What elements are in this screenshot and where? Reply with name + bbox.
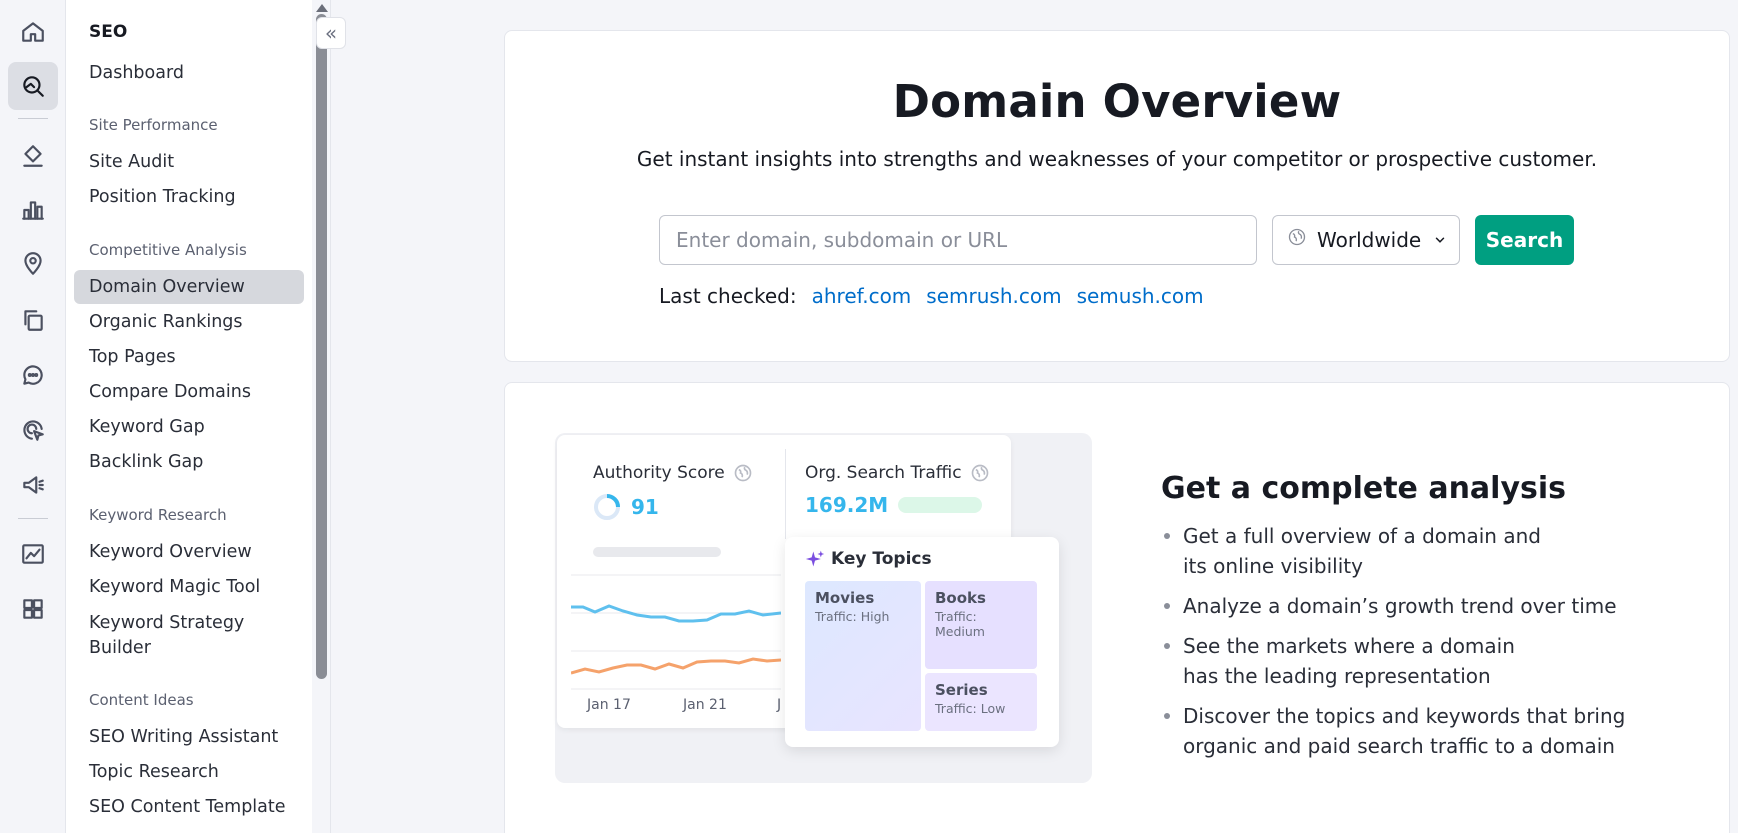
x-axis-label: Jan 21 xyxy=(683,697,727,713)
sparkle-icon xyxy=(805,550,825,567)
topic-name: Movies xyxy=(815,589,875,607)
analysis-bullet-list: Get a full overview of a domain and its … xyxy=(1161,521,1701,771)
home-icon[interactable] xyxy=(8,8,58,56)
scrollbar-thumb[interactable] xyxy=(316,14,327,679)
traffic-bar xyxy=(898,497,983,513)
globe-icon xyxy=(1288,228,1306,246)
authority-score-number: 91 xyxy=(631,495,659,519)
authority-score-label: Authority Score xyxy=(593,463,753,483)
nav-item-top-pages[interactable]: Top Pages xyxy=(74,340,304,374)
list-item: Get a full overview of a domain and its … xyxy=(1161,521,1541,581)
nav-section-site-performance: Site Performance xyxy=(89,116,218,134)
last-checked-row: Last checked: ahref.com semrush.com semu… xyxy=(659,284,1204,308)
panel-divider xyxy=(785,449,786,539)
score-ring-icon xyxy=(594,494,620,520)
key-topics-text: Key Topics xyxy=(831,549,932,569)
list-item: See the markets where a domain has the l… xyxy=(1161,631,1541,691)
apps-grid-icon[interactable] xyxy=(8,585,58,633)
last-checked-label: Last checked: xyxy=(659,284,797,308)
nav-item-seo-writing-assistant[interactable]: SEO Writing Assistant xyxy=(74,720,304,754)
chat-bubble-icon[interactable] xyxy=(8,351,58,399)
nav-item-keyword-magic-tool[interactable]: Keyword Magic Tool xyxy=(74,570,304,604)
list-item: Discover the topics and keywords that br… xyxy=(1161,701,1681,761)
domain-search-input[interactable] xyxy=(659,215,1257,265)
org-search-traffic-value: 169.2M xyxy=(805,493,983,517)
copy-pages-icon[interactable] xyxy=(8,296,58,344)
nav-item-site-audit[interactable]: Site Audit xyxy=(74,145,304,179)
nav-item-position-tracking[interactable]: Position Tracking xyxy=(74,180,304,214)
region-value: Worldwide xyxy=(1317,228,1422,252)
analysis-card: Authority Score 91 Org. Search Traffic 1… xyxy=(504,382,1730,833)
nav-section-keyword-research: Keyword Research xyxy=(89,506,227,524)
nav-scrollbar[interactable] xyxy=(312,0,331,833)
trend-mini-chart xyxy=(571,574,781,690)
topic-tile-series: Series Traffic: Low xyxy=(925,673,1037,731)
key-topics-panel: Key Topics Movies Traffic: High Books Tr… xyxy=(785,537,1059,747)
org-search-traffic-label: Org. Search Traffic xyxy=(805,463,990,483)
nav-item-dashboard[interactable]: Dashboard xyxy=(74,56,304,90)
double-chevron-left-icon: « xyxy=(324,21,338,45)
globe-icon xyxy=(971,464,988,482)
domain-overview-card: Domain Overview Get instant insights int… xyxy=(504,30,1730,362)
region-select[interactable]: Worldwide xyxy=(1272,215,1460,265)
authority-score-text: Authority Score xyxy=(593,463,725,483)
collapse-sidebar-button[interactable]: « xyxy=(316,17,346,49)
nav-item-keyword-overview[interactable]: Keyword Overview xyxy=(74,535,304,569)
nav-item-organic-rankings[interactable]: Organic Rankings xyxy=(74,305,304,339)
x-axis-label: Jan 17 xyxy=(587,697,631,713)
analytics-icon[interactable] xyxy=(8,530,58,578)
search-button[interactable]: Search xyxy=(1475,215,1574,265)
authority-score-value: 91 xyxy=(593,493,659,521)
nav-section-content-ideas: Content Ideas xyxy=(89,691,194,709)
nav-item-backlink-gap[interactable]: Backlink Gap xyxy=(74,445,304,479)
nav-item-compare-domains[interactable]: Compare Domains xyxy=(74,375,304,409)
list-item: Analyze a domain’s growth trend over tim… xyxy=(1161,591,1701,621)
topic-traffic: Traffic: Low xyxy=(935,701,1006,716)
content-icon[interactable] xyxy=(8,132,58,180)
preview-illustration: Authority Score 91 Org. Search Traffic 1… xyxy=(555,433,1092,783)
nav-heading-seo: SEO xyxy=(89,22,128,42)
topic-traffic: Traffic: High xyxy=(815,609,890,624)
topic-tile-movies: Movies Traffic: High xyxy=(805,581,921,731)
x-axis-label: J xyxy=(777,697,782,713)
last-checked-link[interactable]: semush.com xyxy=(1077,284,1204,308)
topic-name: Books xyxy=(935,589,986,607)
paid-line xyxy=(571,657,781,675)
analysis-title: Get a complete analysis xyxy=(1161,471,1567,506)
org-search-traffic-text: Org. Search Traffic xyxy=(805,463,962,483)
topic-name: Series xyxy=(935,681,988,699)
nav-item-keyword-gap[interactable]: Keyword Gap xyxy=(74,410,304,444)
last-checked-link[interactable]: ahref.com xyxy=(812,284,912,308)
megaphone-icon[interactable] xyxy=(8,461,58,509)
nav-item-domain-overview[interactable]: Domain Overview xyxy=(74,270,304,304)
chart-bars-icon[interactable] xyxy=(8,186,58,234)
org-search-traffic-number: 169.2M xyxy=(805,493,889,517)
last-checked-link[interactable]: semrush.com xyxy=(926,284,1061,308)
target-cursor-icon[interactable] xyxy=(8,406,58,454)
rail-separator xyxy=(18,118,48,119)
seo-toolkit-icon[interactable] xyxy=(8,62,58,110)
scroll-up-arrow-icon[interactable] xyxy=(316,4,328,12)
page-subtitle: Get instant insights into strengths and … xyxy=(636,147,1598,171)
page-title: Domain Overview xyxy=(892,75,1342,128)
topic-tile-books: Books Traffic: Medium xyxy=(925,581,1037,669)
nav-item-seo-content-template[interactable]: SEO Content Template xyxy=(74,790,304,824)
nav-item-topic-research[interactable]: Topic Research xyxy=(74,755,304,789)
icon-rail xyxy=(0,0,66,833)
topic-traffic: Traffic: Medium xyxy=(935,609,985,639)
chevron-down-icon xyxy=(1435,237,1445,243)
seo-nav-panel: SEO Dashboard Site Performance Site Audi… xyxy=(66,0,312,833)
globe-icon xyxy=(734,464,752,482)
rail-separator xyxy=(18,518,48,519)
placeholder-bar xyxy=(593,547,721,557)
location-pin-icon[interactable] xyxy=(8,240,58,288)
key-topics-label: Key Topics xyxy=(805,549,932,569)
nav-item-keyword-strategy-builder[interactable]: Keyword Strategy Builder xyxy=(74,609,274,661)
nav-section-competitive-analysis: Competitive Analysis xyxy=(89,241,247,259)
